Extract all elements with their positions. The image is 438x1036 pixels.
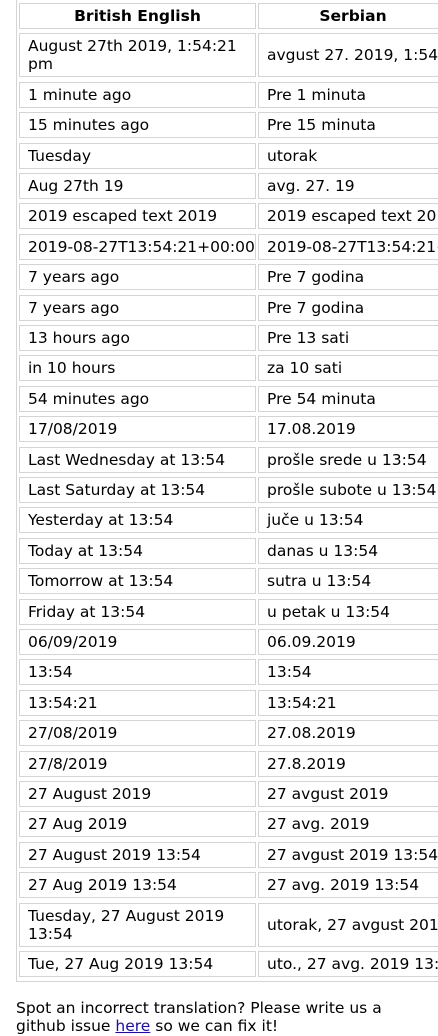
cell-english: August 27th 2019, 1:54:21 pm — [19, 33, 256, 78]
github-issue-link[interactable]: here — [115, 1017, 150, 1035]
cell-english: 54 minutes ago — [19, 385, 256, 412]
header-british-english: British English — [19, 3, 256, 29]
cell-english: Tue, 27 Aug 2019 13:54 — [19, 951, 256, 977]
cell-serbian: utorak, 27 avgust 2019 13:54 — [258, 902, 438, 947]
cell-english: in 10 hours — [19, 355, 256, 382]
cell-serbian: 27 avgust 2019 — [258, 781, 438, 807]
cell-english: Last Saturday at 13:54 — [19, 477, 256, 503]
footer-text-after: so we can fix it! — [150, 1017, 279, 1035]
cell-serbian: utorak — [258, 142, 438, 169]
footer-note: Spot an incorrect translation? Please wr… — [16, 999, 436, 1035]
cell-serbian: 27 avgust 2019 13:54 — [258, 841, 438, 868]
cell-english: Last Wednesday at 13:54 — [19, 446, 256, 473]
cell-serbian: 27 avg. 2019 — [258, 811, 438, 838]
cell-serbian: za 10 sati — [258, 355, 438, 382]
cell-serbian: 17.08.2019 — [258, 416, 438, 443]
cell-serbian: sutra u 13:54 — [258, 568, 438, 595]
cell-serbian: Pre 7 godina — [258, 264, 438, 291]
cell-english: Tuesday — [19, 142, 256, 169]
cell-serbian: avg. 27. 19 — [258, 173, 438, 199]
cell-english: 13:54 — [19, 659, 256, 686]
cell-english: 7 years ago — [19, 294, 256, 321]
cell-english: Today at 13:54 — [19, 537, 256, 564]
cell-english: 7 years ago — [19, 264, 256, 291]
cell-english: Tomorrow at 13:54 — [19, 568, 256, 595]
cell-english: Friday at 13:54 — [19, 598, 256, 625]
cell-serbian: danas u 13:54 — [258, 537, 438, 564]
cell-english: 2019 escaped text 2019 — [19, 203, 256, 230]
cell-serbian: avgust 27. 2019, 1:54:21 pm — [258, 33, 438, 78]
cell-english: Tuesday, 27 August 2019 13:54 — [19, 902, 256, 947]
cell-serbian: Pre 15 minuta — [258, 112, 438, 139]
cell-english: 13:54:21 — [19, 689, 256, 716]
cell-serbian: 13:54 — [258, 659, 438, 686]
cell-serbian: 2019 escaped text 2019 — [258, 203, 438, 230]
header-serbian: Serbian — [258, 3, 438, 29]
cell-english: 2019-08-27T13:54:21+00:00 — [19, 233, 256, 260]
cell-english: Yesterday at 13:54 — [19, 507, 256, 534]
cell-serbian: Pre 54 minuta — [258, 385, 438, 412]
cell-english: 27/08/2019 — [19, 720, 256, 747]
cell-serbian: 2019-08-27T13:54:21+00:00 — [258, 233, 438, 260]
cell-serbian: Pre 1 minuta — [258, 81, 438, 108]
cell-serbian: Pre 7 godina — [258, 294, 438, 321]
cell-english: 06/09/2019 — [19, 629, 256, 655]
cell-serbian: Pre 13 sati — [258, 325, 438, 351]
cell-serbian: prošle subote u 13:54 — [258, 477, 438, 503]
cell-english: 13 hours ago — [19, 325, 256, 351]
cell-english: 15 minutes ago — [19, 112, 256, 139]
cell-english: 17/08/2019 — [19, 416, 256, 443]
cell-english: 27 August 2019 13:54 — [19, 841, 256, 868]
cell-english: 27 August 2019 — [19, 781, 256, 807]
cell-serbian: uto., 27 avg. 2019 13:54 — [258, 951, 438, 977]
cell-serbian: 27.8.2019 — [258, 750, 438, 777]
cell-serbian: juče u 13:54 — [258, 507, 438, 534]
cell-english: 27/8/2019 — [19, 750, 256, 777]
cell-english: Aug 27th 19 — [19, 173, 256, 199]
cell-serbian: u petak u 13:54 — [258, 598, 438, 625]
cell-english: 27 Aug 2019 — [19, 811, 256, 838]
cell-serbian: 06.09.2019 — [258, 629, 438, 655]
cell-english: 27 Aug 2019 13:54 — [19, 872, 256, 899]
cell-serbian: prošle srede u 13:54 — [258, 446, 438, 473]
cell-english: 1 minute ago — [19, 81, 256, 108]
cell-serbian: 27.08.2019 — [258, 720, 438, 747]
cell-serbian: 13:54:21 — [258, 689, 438, 716]
cell-serbian: 27 avg. 2019 13:54 — [258, 872, 438, 899]
